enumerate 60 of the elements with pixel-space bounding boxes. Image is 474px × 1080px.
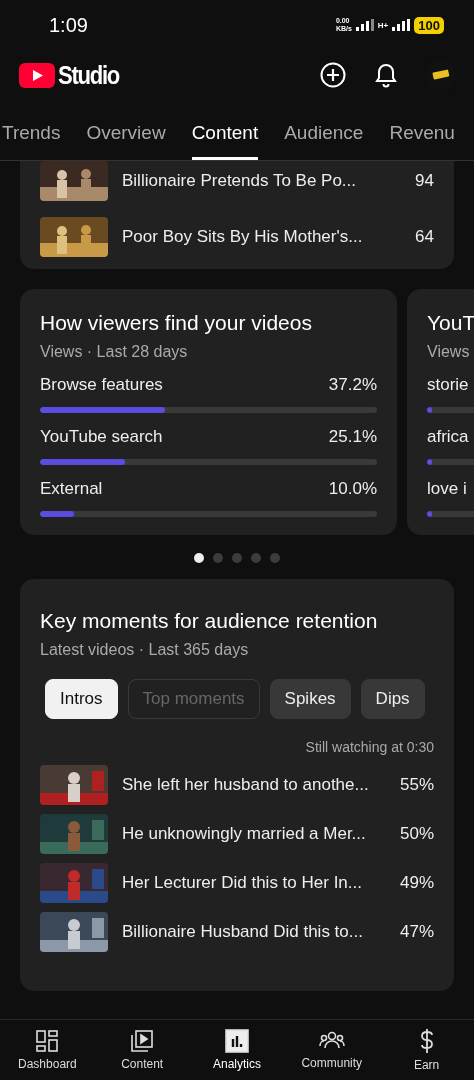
add-icon (320, 62, 346, 88)
nav-item[interactable]: Earn (381, 1028, 472, 1072)
nav-item[interactable]: Dashboard (2, 1029, 93, 1071)
page-dot[interactable] (251, 553, 261, 563)
video-title: He unknowingly married a Mer... (122, 824, 367, 844)
retention-percent: 50% (399, 824, 434, 844)
page-dot[interactable] (213, 553, 223, 563)
video-title: Her Lecturer Did this to Her In... (122, 873, 363, 893)
page-dot[interactable] (232, 553, 242, 563)
dashboard-icon (35, 1029, 60, 1053)
card-subtitle: Views · Last 28 days (40, 343, 189, 361)
source-percent: 25.1% (328, 427, 377, 447)
video-title: Billionaire Pretends To Be Po... (122, 171, 358, 191)
create-button[interactable] (320, 62, 346, 88)
tab[interactable]: Overview (86, 108, 166, 160)
card-subtitle: Views (427, 343, 471, 361)
card-subtitle: Latest videos · Last 365 days (40, 641, 250, 659)
filter-chip[interactable]: Spikes (269, 679, 351, 719)
signal-icon (392, 19, 411, 31)
column-caption: Still watching at 0:30 (305, 739, 434, 755)
video-title: Poor Boy Sits By His Mother's... (122, 227, 364, 247)
status-time: 1:09 (49, 13, 88, 37)
retention-percent: 49% (399, 873, 434, 893)
video-title: Billionaire Husband Did this to... (122, 922, 364, 942)
nav-item[interactable]: Analytics (192, 1029, 282, 1071)
video-title: She left her husband to anothe... (122, 775, 370, 795)
app-title: Studio (58, 59, 120, 91)
nav-item[interactable]: Content (97, 1029, 188, 1071)
source-label: africa (427, 427, 469, 447)
tab[interactable]: Trends (2, 108, 61, 160)
source-label: Browse features (40, 375, 163, 395)
retention-percent: 47% (399, 922, 434, 942)
card-title: YouT (427, 311, 474, 335)
notifications-button[interactable] (374, 62, 398, 88)
view-count: 94 (415, 171, 434, 191)
source-label: External (40, 479, 103, 499)
view-count: 64 (415, 227, 434, 247)
filter-chip[interactable]: Dips (360, 679, 425, 719)
tab[interactable]: Revenu (389, 108, 455, 160)
card-title: How viewers find your videos (40, 311, 313, 335)
network-type: H+ (377, 20, 389, 30)
page-dot[interactable] (270, 553, 280, 563)
analytics-icon (225, 1029, 249, 1053)
source-percent: 37.2% (328, 375, 377, 395)
card-title: Key moments for audience retention (40, 609, 379, 633)
signal-icon (355, 19, 374, 31)
source-label: love i (427, 479, 467, 499)
source-percent: 10.0% (328, 479, 377, 499)
filter-chip[interactable]: Intros (45, 679, 118, 719)
source-label: YouTube search (40, 427, 163, 447)
video-library-icon (130, 1029, 155, 1053)
dollar-icon (418, 1028, 435, 1054)
retention-percent: 55% (399, 775, 434, 795)
nav-item[interactable]: Community (286, 1030, 377, 1070)
source-label: storie (427, 375, 469, 395)
logo-icon (19, 62, 55, 88)
tab[interactable]: Audience (284, 108, 364, 160)
bell-icon (374, 62, 398, 88)
battery-level: 100 (414, 16, 444, 34)
page-dot[interactable] (194, 553, 204, 563)
